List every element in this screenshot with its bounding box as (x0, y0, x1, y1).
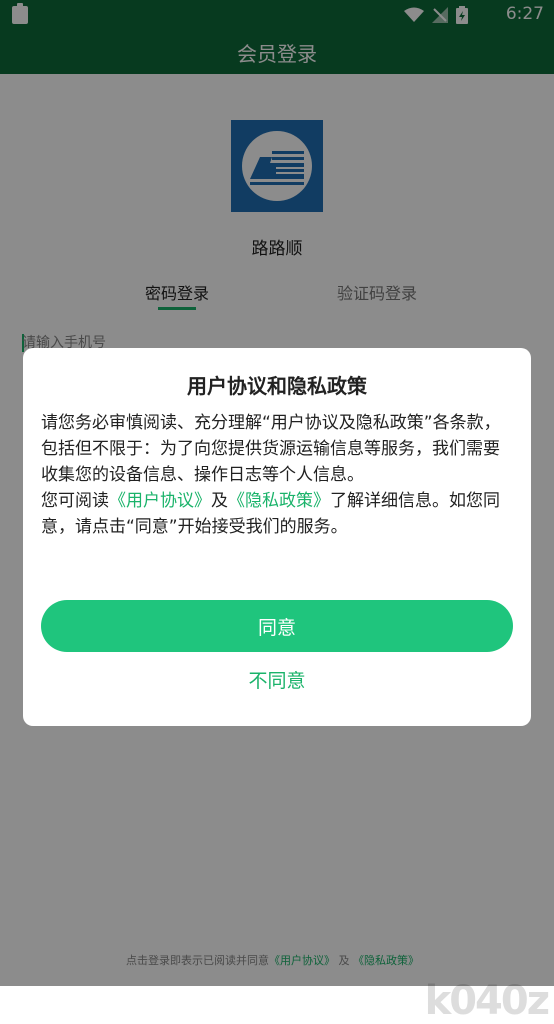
privacy-dialog: 用户协议和隐私政策 请您务必审慎阅读、充分理解“用户协议及隐私政策”各条款，包括… (23, 348, 531, 726)
dialog-body-text-1: 请您务必审慎阅读、充分理解“用户协议及隐私政策”各条款，包括但不限于：为了向您提… (41, 413, 501, 485)
dialog-body: 请您务必审慎阅读、充分理解“用户协议及隐私政策”各条款，包括但不限于：为了向您提… (41, 410, 513, 540)
dialog-body-text-2: 您可阅读 (41, 491, 109, 511)
dialog-and-text: 及 (211, 491, 228, 511)
user-agreement-link[interactable]: 《用户协议》 (109, 491, 211, 511)
disagree-button[interactable]: 不同意 (23, 666, 531, 693)
agree-button[interactable]: 同意 (41, 600, 513, 652)
dialog-title: 用户协议和隐私政策 (187, 374, 367, 398)
privacy-policy-link[interactable]: 《隐私政策》 (228, 491, 330, 511)
